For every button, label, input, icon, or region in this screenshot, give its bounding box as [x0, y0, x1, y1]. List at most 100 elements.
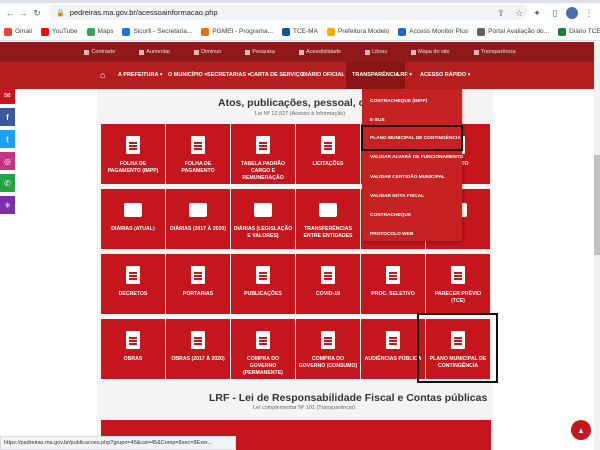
- transparency-tile[interactable]: COVID-19: [296, 254, 360, 314]
- transparency-tile[interactable]: TRANSFERÊNCIAS ENTRE ENTIDADES: [296, 189, 360, 249]
- section-subtitle-lei-12527: Lei Nº 12.527 (Acesso à Informação): [255, 111, 346, 117]
- transparency-tile[interactable]: PORTARIAS: [166, 254, 230, 314]
- menu-icon[interactable]: ⋮: [582, 6, 596, 20]
- nav-diario-oficial[interactable]: DIÁRIO OFICIAL ▾: [302, 72, 349, 78]
- bookmark-item[interactable]: PGMEI - Programa...: [201, 27, 274, 36]
- nav-acesso-rapido[interactable]: ACESSO RÁPIDO ▾: [420, 72, 470, 78]
- bookmarks-bar: Gmail YouTube Maps Sicorfi - Secretaria... P…: [0, 23, 600, 41]
- topbar-item-label: Pesquisa: [252, 49, 275, 55]
- tile-label: DIÁRIAS (LEGISLAÇÃO E VALORES): [233, 226, 293, 240]
- bookmark-item[interactable]: TCE-MA: [282, 27, 318, 36]
- topbar-item[interactable]: Pesquisa: [245, 49, 275, 55]
- transparency-tile[interactable]: COMPRA DO GOVERNO (CONSUMO): [296, 319, 360, 379]
- transparency-tile[interactable]: DECRETOS: [101, 254, 165, 314]
- transparency-tile[interactable]: TABELA PADRÃO CARGO E REMUNERAÇÃO: [231, 124, 295, 184]
- transparency-tile[interactable]: FOLHA DE PAGAMENTO: [166, 124, 230, 184]
- bookmark-item[interactable]: Access Monitor Plus: [398, 27, 468, 36]
- document-icon: [123, 199, 143, 221]
- nav-carta-de-servico[interactable]: CARTA DE SERVIÇO: [250, 72, 304, 78]
- transparency-tile[interactable]: DIÁRIAS (ATUAL): [101, 189, 165, 249]
- transparency-tile[interactable]: PUBLICAÇÕES: [231, 254, 295, 314]
- topbar-item[interactable]: Acessibilidade: [298, 49, 341, 55]
- topbar-item[interactable]: Transparência: [473, 49, 516, 55]
- document-icon: [383, 329, 403, 351]
- dropdown-highlight-box: [361, 125, 463, 151]
- dropdown-item[interactable]: VALIDAR ALVARÁ DE FUNCIONAMENTO: [370, 155, 463, 160]
- star-icon[interactable]: ☆: [512, 6, 526, 20]
- section-title-lrf: LRF - Lei de Responsabilidade Fiscal e C…: [209, 392, 488, 404]
- bookmark-label: Prefeitura Modelo: [337, 28, 390, 35]
- topbar-item-icon: [245, 49, 251, 55]
- topbar-item[interactable]: Contraste: [84, 49, 115, 55]
- transparency-tile[interactable]: PARECER PRÉVIO (TCE): [426, 254, 490, 314]
- topbar-item[interactable]: Mapa do site: [411, 49, 450, 55]
- document-icon: [123, 134, 143, 156]
- transparency-tile[interactable]: PROC. SELETIVO: [361, 254, 425, 314]
- dropdown-item[interactable]: CONTRACHEQUE: [370, 213, 411, 218]
- transparency-tile[interactable]: AUDIÊNCIAS PÚBLICA: [361, 319, 425, 379]
- bookmark-favicon-icon: [122, 27, 131, 36]
- document-icon: [253, 329, 273, 351]
- transparency-tile[interactable]: OBRAS (2017 À 2020): [166, 319, 230, 379]
- nav-o-municipio[interactable]: O MUNICÍPIO ▾: [168, 72, 207, 78]
- topbar-item[interactable]: Diminuir: [194, 49, 221, 55]
- url-text: pedreiras.ma.gov.br/acessoainformacao.ph…: [69, 8, 218, 17]
- bookmark-item[interactable]: YouTube: [40, 27, 78, 36]
- bookmark-label: PGMEI - Programa...: [212, 28, 274, 35]
- transparency-tile[interactable]: FOLHA DE PAGAMENTO (IMPP): [101, 124, 165, 184]
- sidepanel-icon[interactable]: ▯: [548, 6, 562, 20]
- tile-label: PUBLICAÇÕES: [244, 291, 282, 297]
- transparency-tile[interactable]: COMPRA DO GOVERNO (PERMANENTE): [231, 319, 295, 379]
- forward-icon[interactable]: →: [16, 6, 30, 20]
- topbar-item[interactable]: Libras: [365, 49, 387, 55]
- bookmark-item[interactable]: Prefeitura Modelo: [326, 27, 390, 36]
- dropdown-item[interactable]: E-SUS: [370, 118, 385, 123]
- accessibility-bar: Contraste Aumentar Diminuir Pesquisa Acessib…: [0, 42, 600, 62]
- document-icon: [383, 264, 403, 286]
- transparency-tile[interactable]: LICITAÇÕES: [296, 124, 360, 184]
- topbar-item-icon: [194, 49, 200, 55]
- nav-a-prefeitura[interactable]: A PREFEITURA ▾: [118, 72, 163, 78]
- dropdown-item[interactable]: VALIDAR NOTA FISCAL: [370, 194, 424, 199]
- share-icon[interactable]: ⇪: [494, 6, 508, 20]
- document-icon: [318, 329, 338, 351]
- whatsapp-icon[interactable]: ✆: [0, 174, 15, 192]
- dropdown-item[interactable]: VALIDAR CERTIDÃO MUNICIPAL: [370, 175, 445, 180]
- twitter-icon[interactable]: t: [0, 130, 15, 148]
- transparency-tile[interactable]: DIÁRIAS (LEGISLAÇÃO E VALORES): [231, 189, 295, 249]
- transparency-tile[interactable]: DIÁRIAS (2017 À 2020): [166, 189, 230, 249]
- bookmark-favicon-icon: [477, 27, 486, 36]
- home-icon[interactable]: ⌂: [100, 70, 105, 80]
- nav-secretarias[interactable]: SECRETARIAS ▾: [207, 72, 250, 78]
- topbar-item[interactable]: Aumentar: [139, 49, 170, 55]
- page-scrollbar-thumb[interactable]: [594, 155, 600, 255]
- topbar-item-label: Aumentar: [146, 49, 171, 55]
- reload-icon[interactable]: ↻: [30, 6, 44, 20]
- bookmark-favicon-icon: [326, 27, 335, 36]
- profile-avatar[interactable]: [566, 7, 578, 19]
- dropdown-item[interactable]: PROTOCOLO WEB: [370, 232, 413, 237]
- bookmark-favicon-icon: [558, 27, 567, 36]
- arrow-up-icon: ▲: [577, 425, 585, 435]
- back-to-top-button[interactable]: ▲: [571, 420, 591, 440]
- extensions-icon[interactable]: ✦: [530, 6, 544, 20]
- tile-label: PORTARIAS: [182, 291, 214, 297]
- transparency-tile[interactable]: OBRAS: [101, 319, 165, 379]
- transparencia-dropdown: CONTRACHEQUE (IMPP) E-SUS PLANO MUNICIPAL …: [362, 89, 463, 241]
- bookmark-item[interactable]: Sicorfi - Secretaria...: [122, 27, 192, 36]
- accessibility-icon[interactable]: ✳: [0, 196, 15, 214]
- address-bar[interactable]: 🔒 pedreiras.ma.gov.br/acessoainformacao.…: [48, 5, 528, 20]
- bookmark-item[interactable]: Gmail: [4, 27, 32, 36]
- tile-label: PROC. SELETIVO: [371, 291, 415, 297]
- mail-icon[interactable]: ✉: [0, 86, 15, 104]
- nav-lrf[interactable]: LRF ▾: [397, 72, 412, 78]
- bookmark-item[interactable]: Diário TCE MA: [558, 27, 600, 36]
- topbar-item-label: Contraste: [91, 49, 116, 55]
- instagram-icon[interactable]: ◎: [0, 152, 15, 170]
- bookmark-item[interactable]: Maps: [86, 27, 113, 36]
- topbar-item-label: Diminuir: [201, 49, 222, 55]
- bookmark-item[interactable]: Portal Avaliação do...: [477, 27, 549, 36]
- dropdown-item[interactable]: CONTRACHEQUE (IMPP): [370, 99, 427, 104]
- back-icon[interactable]: ←: [3, 6, 17, 20]
- facebook-icon[interactable]: f: [0, 108, 15, 126]
